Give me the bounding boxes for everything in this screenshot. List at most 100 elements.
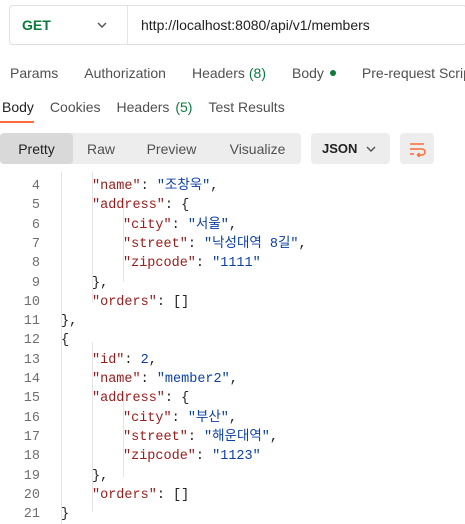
json-punctuation: , (229, 372, 238, 387)
tab-body[interactable]: Body (292, 65, 336, 81)
line-number: 11 (23, 314, 40, 330)
code-line: 12 { (0, 331, 465, 350)
json-punctuation: : (195, 449, 213, 465)
json-punctuation: : (140, 372, 157, 387)
response-tab-test-results[interactable]: Test Results (208, 99, 284, 115)
json-value: 2 (140, 352, 149, 368)
view-mode-selector: Pretty Raw Preview Visualize (0, 133, 301, 164)
line-number: 13 (23, 352, 40, 368)
chevron-down-icon (97, 22, 107, 28)
json-key: "name" (92, 372, 141, 387)
code-text: "address": { (92, 196, 189, 215)
response-tab-body[interactable]: Body (2, 99, 34, 115)
json-punctuation: , (269, 429, 279, 445)
json-punctuation: : (187, 236, 205, 252)
url-input[interactable] (128, 16, 465, 34)
tab-label: Body (2, 99, 34, 115)
pretty-button[interactable]: Pretty (0, 133, 73, 164)
code-line: 13 "id": 2, (0, 351, 465, 370)
code-line: 15 "address": { (0, 389, 465, 408)
tab-params[interactable]: Params (10, 65, 58, 81)
line-number: 10 (23, 294, 40, 310)
line-number: 17 (23, 429, 40, 445)
code-text: "street": "해운대역", (123, 428, 278, 447)
code-line: 10 "orders": [] (0, 293, 465, 312)
raw-button[interactable]: Raw (73, 133, 129, 164)
json-punctuation: : (195, 256, 213, 272)
visualize-button[interactable]: Visualize (214, 133, 301, 164)
json-value: "낙성대역 8길" (204, 236, 299, 252)
tab-label: Headers (116, 99, 170, 115)
code-text: "zipcode": "1111" (123, 254, 261, 273)
tab-authorization[interactable]: Authorization (84, 65, 166, 81)
json-key: "city" (123, 410, 172, 426)
code-text: "name": "member2", (92, 370, 238, 389)
json-value: "해운대역" (204, 429, 270, 445)
response-tab-headers[interactable]: Headers (5) (117, 99, 193, 115)
tab-label: Test Results (208, 99, 285, 115)
json-punctuation: : (171, 217, 188, 233)
json-punctuation: : [] (156, 294, 190, 310)
json-key: "zipcode" (123, 256, 196, 272)
code-line: 5 "address": { (0, 196, 465, 215)
code-line: 16 "city": "부산", (0, 409, 465, 428)
response-tabs: Body Cookies Headers (5) Test Results (0, 93, 465, 121)
method-label: GET (22, 17, 51, 33)
line-number: 16 (23, 410, 40, 426)
tab-count: (5) (175, 99, 193, 115)
json-punctuation: : (187, 429, 205, 445)
line-number: 6 (31, 217, 40, 233)
json-value: "부산" (187, 410, 229, 426)
json-value: "서울" (187, 217, 229, 233)
code-text: "city": "부산", (123, 409, 237, 428)
json-punctuation: } (61, 507, 70, 523)
code-line: 9}, (0, 274, 465, 293)
json-punctuation: { (61, 333, 70, 349)
json-punctuation: }, (92, 275, 109, 291)
tab-headers[interactable]: Headers (8) (192, 65, 266, 81)
line-number: 20 (23, 487, 40, 503)
json-value: "1111" (212, 256, 261, 272)
tab-count: (8) (248, 65, 266, 81)
code-text: }, (92, 467, 108, 486)
preview-button[interactable]: Preview (129, 133, 214, 164)
line-number: 19 (23, 468, 40, 484)
json-key: "name" (92, 179, 141, 194)
code-text: }, (92, 274, 108, 293)
language-select[interactable]: JSON (311, 133, 390, 164)
line-number: 7 (31, 236, 40, 252)
json-value: "member2" (156, 372, 230, 387)
json-punctuation: , (228, 410, 237, 426)
code-line: 11}, (0, 312, 465, 331)
code-text: "name": "조창욱", (92, 177, 218, 196)
code-line: 4 "name": "조창욱", (0, 177, 465, 196)
active-tab-indicator (0, 121, 34, 123)
wrap-lines-button[interactable] (400, 133, 434, 164)
response-tab-cookies[interactable]: Cookies (50, 99, 101, 115)
json-punctuation: : (124, 352, 141, 368)
chevron-down-icon (366, 146, 376, 152)
code-text: "street": "낙성대역 8길", (123, 235, 307, 254)
json-value: "조창욱" (156, 179, 211, 194)
url-bar: GET (9, 5, 465, 45)
tab-label: Body (292, 65, 324, 81)
code-text: "city": "서울", (123, 216, 237, 235)
json-punctuation: : [] (156, 487, 190, 503)
tab-label: Authorization (84, 65, 166, 81)
code-text: } (61, 505, 69, 524)
json-punctuation: , (298, 236, 307, 252)
tab-pre-request-script[interactable]: Pre-request Script (362, 65, 465, 81)
line-number: 4 (31, 179, 40, 194)
json-key: "zipcode" (123, 449, 196, 465)
response-body-viewer[interactable]: 4 "name": "조창욱", 5 "address": {6 "city": "서울… (0, 172, 465, 524)
json-key: "city" (123, 217, 172, 233)
json-punctuation: : { (164, 198, 190, 214)
body-indicator-dot (329, 70, 336, 76)
code-line: 20 "orders": [] (0, 486, 465, 505)
method-dropdown[interactable]: GET (10, 6, 128, 44)
code-text: }, (61, 312, 77, 331)
json-key: "street" (123, 429, 188, 445)
code-line: 21} (0, 505, 465, 524)
line-number: 21 (23, 507, 40, 523)
code-text: "orders": [] (92, 486, 189, 505)
